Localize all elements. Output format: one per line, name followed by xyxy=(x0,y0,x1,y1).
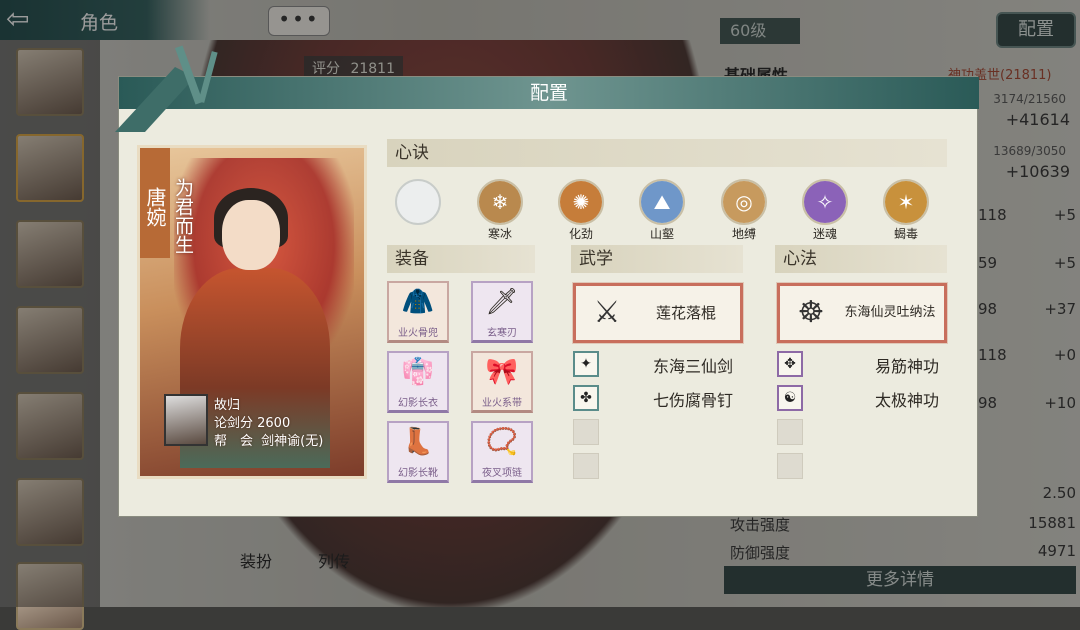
player-score: 论剑分 2600 xyxy=(214,416,291,431)
xinjue-slot[interactable]: ✺ xyxy=(558,179,604,225)
xinjue-slot[interactable]: ✶ xyxy=(883,179,929,225)
xinfa-main-skill[interactable]: ☸ 东海仙灵吐纳法 xyxy=(776,282,948,344)
xinjue-slot[interactable]: ✧ xyxy=(802,179,848,225)
xinfa-empty-slot[interactable] xyxy=(777,419,803,445)
player-info: 故归 论剑分 2600 帮 会 剑神谕(无) xyxy=(164,394,354,450)
equip-label: 业火系带 xyxy=(482,398,522,409)
player-avatar[interactable] xyxy=(164,394,208,446)
section-xinfa: 心法 xyxy=(775,245,947,273)
xinjue-label: 蝎毒 xyxy=(893,227,918,241)
nail-fighter-icon[interactable]: ✤ xyxy=(573,385,599,411)
meditation-icon: ☸ xyxy=(797,295,825,330)
wuxue-main-skill[interactable]: ⚔ 莲花落棍 xyxy=(572,282,744,344)
xinfa-main-label: 东海仙灵吐纳法 xyxy=(844,305,936,320)
xinjue-label: 山壑 xyxy=(649,227,674,241)
character-name: 唐婉 xyxy=(140,148,170,258)
player-name: 故归 xyxy=(214,398,241,413)
equip-label: 幻影长靴 xyxy=(398,468,438,479)
equip-label: 幻影长衣 xyxy=(398,398,438,409)
necklace-icon: 📿 xyxy=(485,427,519,457)
xinjue-slot[interactable]: ◎ xyxy=(721,179,767,225)
wuxue-empty-slot[interactable] xyxy=(573,453,599,479)
wuxue-empty-slot[interactable] xyxy=(573,419,599,445)
sword-decoration-icon xyxy=(115,45,218,132)
equip-label: 夜叉项链 xyxy=(482,468,522,479)
equip-slot[interactable]: 🎀 业火系带 xyxy=(471,351,533,413)
xinjue-slot[interactable]: ⛰ xyxy=(639,179,685,225)
guild-label: 帮 会 xyxy=(214,434,254,449)
spirit-icon: ✧ xyxy=(804,181,846,223)
section-wuxue: 武学 xyxy=(571,245,743,273)
guild-value: 剑神谕(无) xyxy=(261,434,324,449)
taiji-icon[interactable]: ☯ xyxy=(777,385,803,411)
staff-fighter-icon: ⚔ xyxy=(593,295,621,330)
blade-icon: 🗡 xyxy=(485,287,519,317)
equip-slot[interactable]: 🧥 业火骨兜 xyxy=(387,281,449,343)
portrait-face xyxy=(222,200,280,270)
xinjue-label: 迷魂 xyxy=(812,227,837,241)
player-guild: 帮 会 剑神谕(无) xyxy=(214,430,323,449)
equip-slot[interactable]: 👢 幻影长靴 xyxy=(387,421,449,483)
tendon-icon[interactable]: ✥ xyxy=(777,351,803,377)
xinjue-label: 寒冰 xyxy=(487,227,512,241)
equip-slot[interactable]: 🗡 玄寒刃 xyxy=(471,281,533,343)
scorpion-icon: ✶ xyxy=(885,181,927,223)
swirl-icon: ✺ xyxy=(560,181,602,223)
section-xinjue: 心诀 xyxy=(387,139,947,167)
hood-icon: 🧥 xyxy=(401,287,435,317)
belt-icon: 🎀 xyxy=(485,357,519,387)
boots-icon: 👢 xyxy=(401,427,435,457)
character-portrait: 唐婉 为君而生 故归 论剑分 2600 帮 会 剑神谕(无) xyxy=(137,145,367,479)
xinjue-label: 地缚 xyxy=(731,227,756,241)
wuxue-main-label: 莲花落棍 xyxy=(655,304,716,322)
xinjue-empty-slot[interactable] xyxy=(395,179,441,225)
equip-slot[interactable]: 📿 夜叉项链 xyxy=(471,421,533,483)
character-title: 为君而生 xyxy=(172,178,194,254)
equip-slot[interactable]: 👘 幻影长衣 xyxy=(387,351,449,413)
sword-fighter-icon[interactable]: ✦ xyxy=(573,351,599,377)
bind-icon: ◎ xyxy=(723,181,765,223)
xinfa-sub-label: 太极神功 xyxy=(874,391,939,410)
wuxue-sub-label: 七伤腐骨钉 xyxy=(652,391,733,410)
equip-label: 玄寒刃 xyxy=(487,328,517,339)
wuxue-sub-label: 东海三仙剑 xyxy=(652,357,733,376)
mountain-icon: ⛰ xyxy=(641,181,683,223)
xinfa-sub-label: 易筋神功 xyxy=(874,357,939,376)
equip-label: 业火骨兜 xyxy=(398,328,438,339)
config-dialog: 配置 唐婉 为君而生 故归 论剑分 2600 帮 会 剑神谕(无) 心诀 ❄ 寒… xyxy=(115,45,979,517)
xinjue-label: 化劲 xyxy=(568,227,593,241)
xinfa-empty-slot[interactable] xyxy=(777,453,803,479)
xinjue-slot[interactable]: ❄ xyxy=(477,179,523,225)
section-equipment: 装备 xyxy=(387,245,535,273)
snowflake-icon: ❄ xyxy=(479,181,521,223)
robe-icon: 👘 xyxy=(401,357,435,387)
